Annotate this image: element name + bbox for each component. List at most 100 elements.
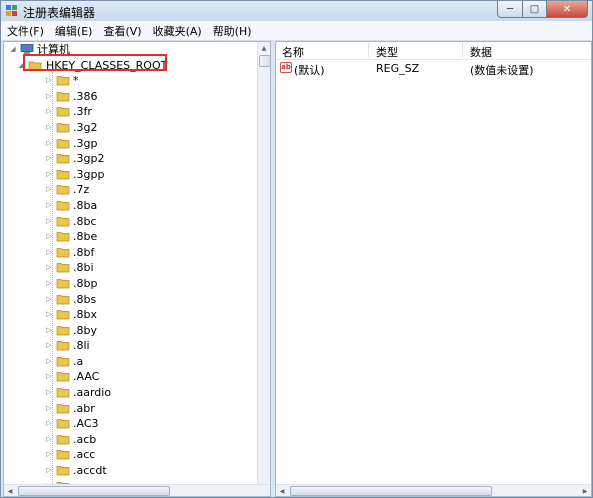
folder-icon	[56, 434, 70, 445]
values-horizontal-scrollbar[interactable]: ◀ ▶	[276, 484, 591, 496]
registry-editor-window: 注册表编辑器 ─ □ ✕ 文件(F) 编辑(E) 查看(V) 收藏夹(A) 帮助(H) …	[0, 0, 593, 498]
folder-icon	[56, 263, 70, 273]
highlight-box	[23, 54, 167, 71]
tree-label-key: .386	[73, 89, 98, 103]
folder-icon	[56, 466, 70, 476]
scroll-left-arrow-icon[interactable]: ◀	[4, 485, 16, 496]
column-separator[interactable]	[462, 43, 463, 57]
tree-label-key: .8li	[73, 339, 90, 353]
folder-icon	[56, 232, 70, 242]
folder-icon	[56, 388, 70, 398]
scroll-thumb[interactable]	[259, 55, 270, 67]
column-separator[interactable]	[368, 43, 369, 57]
column-header-name[interactable]: 名称	[282, 44, 304, 60]
tree-item-key[interactable]: ▷ .8bx	[4, 307, 258, 323]
tree-item-key[interactable]: ▷ .8be	[4, 229, 258, 245]
tree-item-key[interactable]: ▷ .8bs	[4, 292, 258, 308]
close-icon: ✕	[562, 3, 572, 15]
folder-icon	[56, 154, 70, 164]
tree-item-key[interactable]: ▷ .8bp	[4, 276, 258, 292]
tree-label-key: .acc	[73, 448, 96, 462]
folder-icon	[56, 279, 70, 289]
folder-icon	[56, 294, 70, 304]
value-data: (数值未设置)	[470, 64, 534, 77]
tree-item-key[interactable]: ▷ .3gp	[4, 136, 258, 152]
folder-icon	[56, 341, 70, 351]
tree-label-key: .8bp	[73, 276, 98, 290]
folder-icon	[56, 107, 70, 117]
scroll-right-arrow-icon[interactable]: ▶	[579, 485, 591, 496]
scroll-up-arrow-icon[interactable]: ▲	[258, 42, 270, 54]
menu-item[interactable]: 收藏夹(A)	[147, 23, 207, 39]
folder-icon	[56, 419, 70, 429]
tree-item-key[interactable]: ▷ .acc	[4, 447, 258, 463]
tree-label-key: .3fr	[73, 105, 92, 119]
tree-item-key[interactable]: ▷ .AC3	[4, 416, 258, 432]
tree-item-key[interactable]: ▷ .7z	[4, 182, 258, 198]
menu-bar: 文件(F) 编辑(E) 查看(V) 收藏夹(A) 帮助(H)	[1, 21, 592, 41]
tree-label-key: .aardio	[73, 386, 112, 400]
tree-item-key[interactable]: ▷ .3gpp	[4, 167, 258, 183]
folder-icon	[56, 247, 70, 258]
scroll-thumb[interactable]	[18, 486, 170, 496]
tree-item-key[interactable]: ▷ .3gp2	[4, 151, 258, 167]
tree-item-key[interactable]: ▷ .8bc	[4, 214, 258, 230]
window-title: 注册表编辑器	[23, 6, 96, 20]
tree-item-key[interactable]: ▷ .aardio	[4, 385, 258, 401]
tree-label-key: .3g2	[73, 120, 98, 134]
scroll-left-arrow-icon[interactable]: ◀	[276, 485, 288, 496]
folder-icon	[56, 325, 70, 336]
registry-tree: ◢ 计算机 ◢ HKEY_CLASSES_ROOT ▷ * ▷ .386 ▷ .3fr ▷.…	[4, 42, 258, 486]
values-pane: 名称 类型 数据 ab (默认) REG_SZ (数值未设置) ◀ ▶	[275, 41, 592, 497]
menu-item[interactable]: 查看(V)	[97, 23, 146, 39]
folder-icon	[56, 123, 70, 133]
tree-item-key[interactable]: ▷ .8by	[4, 323, 258, 339]
folder-icon	[56, 138, 70, 148]
collapse-arrow-icon[interactable]: ◢	[8, 42, 18, 58]
tree-item-key[interactable]: ▷ .acb	[4, 432, 258, 448]
menu-item[interactable]: 帮助(H)	[207, 23, 257, 39]
minimize-icon: ─	[506, 3, 514, 15]
tree-pane: ◢ 计算机 ◢ HKEY_CLASSES_ROOT ▷ * ▷ .386 ▷ .3fr ▷.…	[3, 41, 271, 497]
tree-label-key: .abr	[73, 401, 95, 415]
tree-label-key: .acb	[73, 432, 97, 446]
tree-label-key: .3gpp	[73, 167, 105, 181]
minimize-button[interactable]: ─	[497, 1, 523, 18]
tree-item-key[interactable]: ▷ .8ba	[4, 198, 258, 214]
list-row[interactable]: ab (默认) REG_SZ (数值未设置)	[276, 60, 591, 77]
tree-label-key: .8bf	[73, 245, 95, 259]
scroll-thumb[interactable]	[290, 486, 492, 496]
tree-item-key[interactable]: ▷ .8bi	[4, 260, 258, 276]
list-header: 名称 类型 数据	[276, 42, 591, 60]
tree-item-key[interactable]: ▷ .3fr	[4, 104, 258, 120]
title-bar[interactable]: 注册表编辑器 ─ □ ✕	[1, 1, 592, 21]
tree-item-key[interactable]: ▷ .a	[4, 354, 258, 370]
tree-item-key[interactable]: ▷ .8bf	[4, 245, 258, 261]
tree-item-key[interactable]: ▷ .3g2	[4, 120, 258, 136]
tree-horizontal-scrollbar[interactable]: ◀	[4, 484, 270, 496]
tree-label-key: .7z	[73, 183, 90, 197]
tree-item-key[interactable]: ▷ .8li	[4, 338, 258, 354]
folder-icon	[56, 169, 70, 180]
tree-item-key[interactable]: ▷ .386	[4, 89, 258, 105]
folder-icon	[56, 372, 70, 382]
tree-item-key[interactable]: ▷ *	[4, 73, 258, 89]
menu-item[interactable]: 文件(F)	[1, 23, 49, 39]
tree-item-key[interactable]: ▷ .AAC	[4, 369, 258, 385]
tree-label-key: .8be	[73, 230, 98, 244]
maximize-button[interactable]: □	[523, 1, 547, 18]
tree-label-key: .a	[73, 354, 84, 368]
column-header-data[interactable]: 数据	[470, 44, 492, 60]
tree-item-key[interactable]: ▷ .abr	[4, 401, 258, 417]
close-button[interactable]: ✕	[547, 1, 588, 18]
folder-icon	[56, 310, 70, 320]
maximize-icon: □	[529, 3, 540, 15]
tree-label-key: .3gp2	[73, 152, 105, 166]
menu-item[interactable]: 编辑(E)	[49, 23, 98, 39]
folder-icon	[56, 357, 70, 367]
tree-item-key[interactable]: ▷ .accdt	[4, 463, 258, 479]
regedit-app-icon	[6, 5, 17, 16]
column-header-type[interactable]: 类型	[376, 44, 398, 60]
tree-vertical-scrollbar[interactable]: ▲	[257, 42, 270, 486]
tree-label-key: .accdt	[73, 464, 107, 478]
